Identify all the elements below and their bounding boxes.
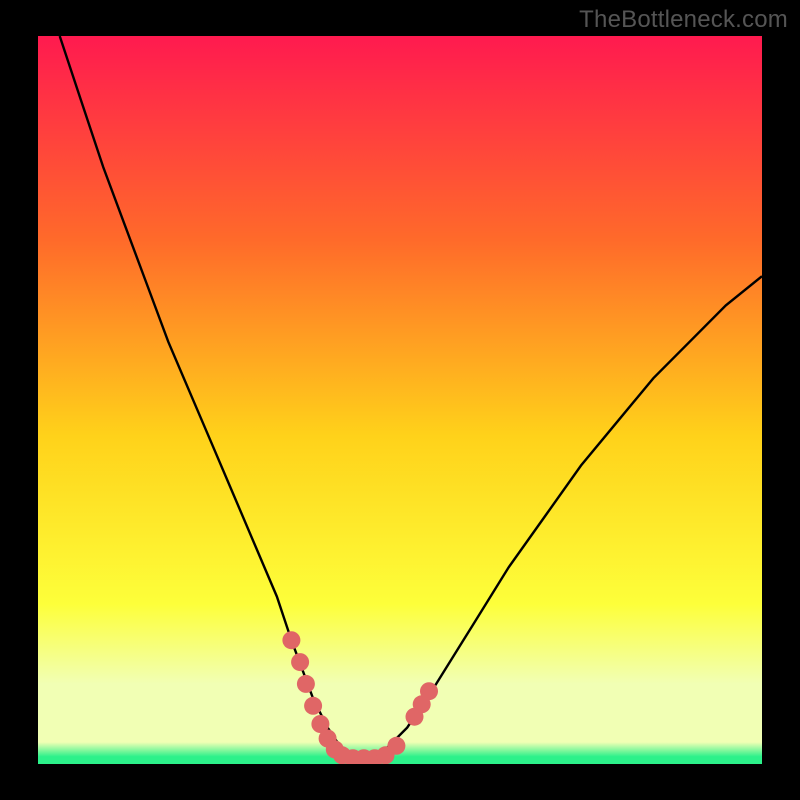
curve-marker <box>291 653 309 671</box>
curve-marker <box>304 697 322 715</box>
plot-area <box>38 36 762 764</box>
chart-svg <box>38 36 762 764</box>
curve-marker <box>282 631 300 649</box>
gradient-background <box>38 36 762 764</box>
curve-marker <box>387 737 405 755</box>
curve-marker <box>420 682 438 700</box>
watermark-text: TheBottleneck.com <box>579 6 788 34</box>
chart-frame: TheBottleneck.com <box>0 0 800 800</box>
curve-marker <box>297 675 315 693</box>
